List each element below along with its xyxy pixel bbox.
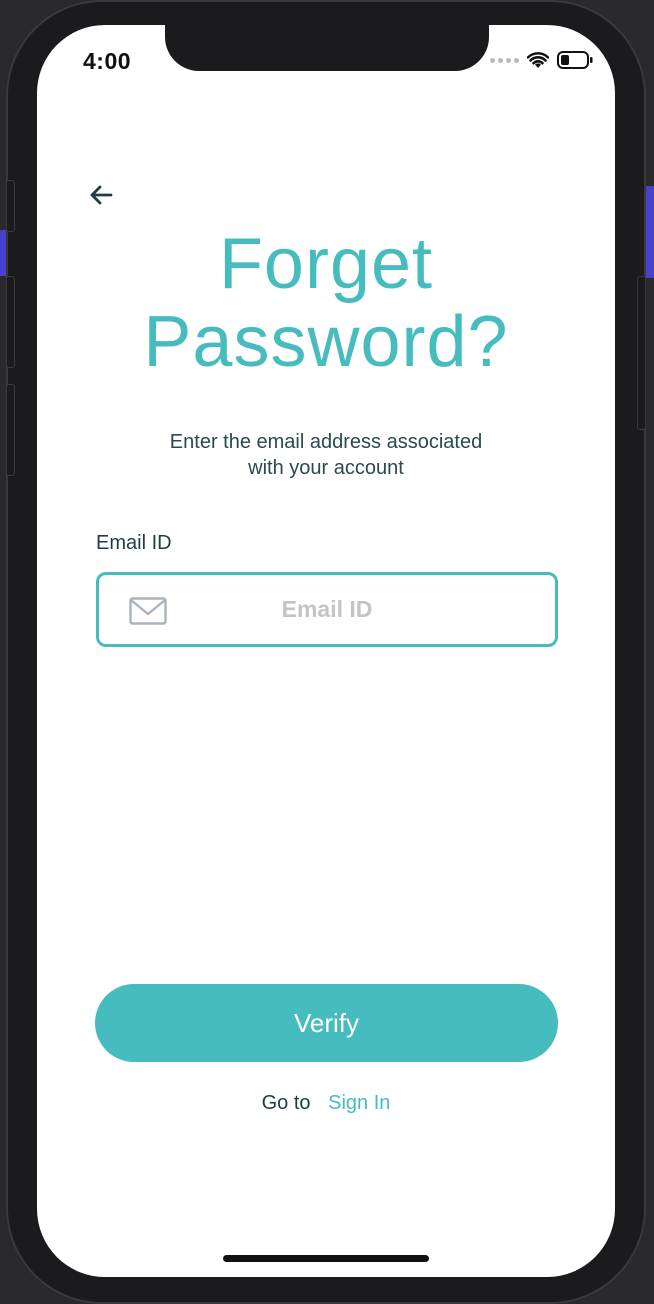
instruction-text-line-2: with your account	[248, 457, 404, 479]
status-indicators	[490, 51, 593, 69]
home-indicator[interactable]	[223, 1255, 429, 1262]
page-title: Forget Password?	[37, 225, 615, 381]
cellular-signal-icon	[490, 57, 519, 63]
battery-icon	[557, 51, 593, 69]
email-label: Email ID	[96, 532, 172, 554]
app-screen: 4:00 Forget Password? Enter the email ad…	[37, 25, 615, 1277]
signin-footer: Go to Sign In	[37, 1092, 615, 1115]
verify-button[interactable]: Verify	[95, 984, 558, 1062]
back-arrow-icon[interactable]	[87, 180, 117, 210]
wifi-icon	[527, 51, 549, 69]
page-title-line-1: Forget	[218, 224, 434, 304]
camera-notch	[165, 25, 489, 71]
instruction-text: Enter the email address associated with …	[127, 429, 525, 481]
envelope-icon	[129, 597, 167, 625]
goto-text: Go to	[261, 1092, 311, 1114]
instruction-text-line-1: Enter the email address associated	[169, 431, 483, 453]
status-time: 4:00	[83, 48, 132, 74]
power-button	[637, 276, 646, 430]
volume-down-button	[6, 384, 15, 476]
signin-link[interactable]: Sign In	[328, 1092, 390, 1114]
page-title-line-2: Password?	[143, 302, 509, 382]
volume-up-button	[6, 276, 15, 368]
email-field-container	[96, 572, 558, 647]
email-input[interactable]	[99, 575, 555, 644]
silent-switch	[6, 180, 15, 232]
